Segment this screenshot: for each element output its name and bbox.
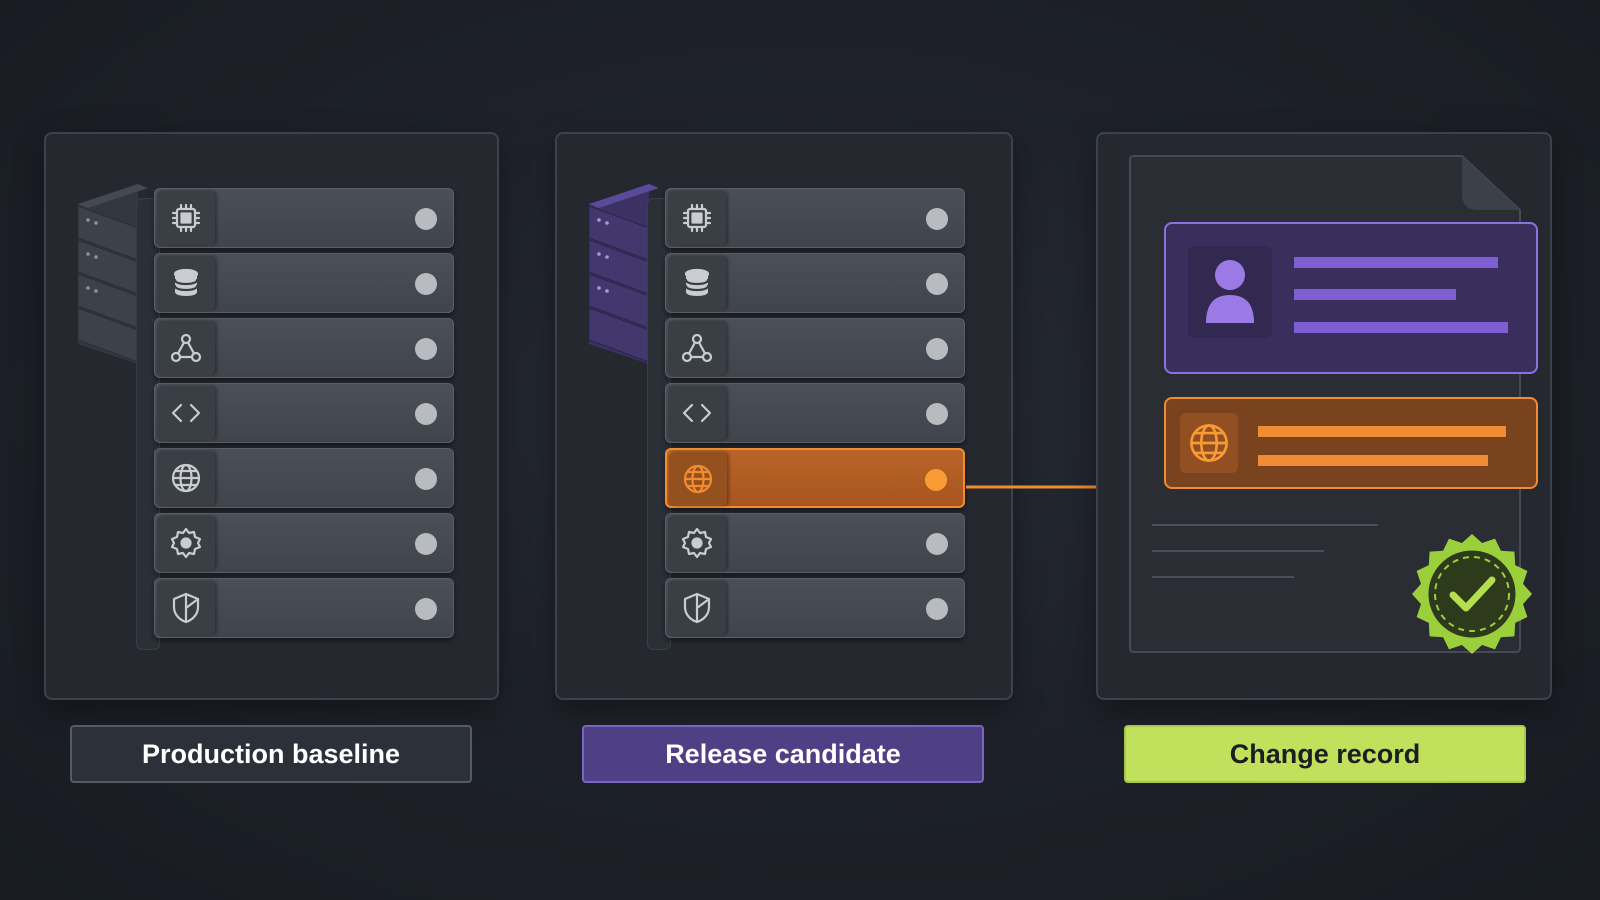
network-icon bbox=[668, 321, 726, 375]
status-led bbox=[415, 533, 437, 555]
text-line bbox=[1152, 576, 1294, 578]
status-led bbox=[926, 403, 948, 425]
status-led bbox=[415, 403, 437, 425]
globe-icon bbox=[1190, 424, 1228, 462]
status-led bbox=[925, 469, 947, 491]
candidate-server-rack bbox=[587, 184, 977, 654]
person-text-bar bbox=[1294, 257, 1498, 268]
shield-icon bbox=[157, 581, 215, 635]
rack-row-code bbox=[154, 383, 454, 443]
rack-row-cpu bbox=[154, 188, 454, 248]
code-icon bbox=[668, 386, 726, 440]
rack-row-shield bbox=[154, 578, 454, 638]
rack-row-shield bbox=[665, 578, 965, 638]
status-led bbox=[415, 208, 437, 230]
rack-row-network bbox=[665, 318, 965, 378]
status-led bbox=[415, 468, 437, 490]
cpu-icon bbox=[668, 191, 726, 245]
rack-row-network bbox=[154, 318, 454, 378]
rack-row-globe bbox=[665, 448, 965, 508]
rack-row-cpu bbox=[665, 188, 965, 248]
change-record-document bbox=[1128, 154, 1538, 654]
status-led bbox=[926, 533, 948, 555]
status-led bbox=[926, 598, 948, 620]
rack-row-gear bbox=[154, 513, 454, 573]
rack-row-database bbox=[154, 253, 454, 313]
globe-icon bbox=[669, 452, 727, 506]
network-text-bar bbox=[1258, 426, 1506, 437]
network-card bbox=[1164, 397, 1538, 489]
status-led bbox=[926, 273, 948, 295]
status-led bbox=[415, 598, 437, 620]
record-caption: Change record bbox=[1124, 725, 1526, 783]
baseline-panel bbox=[44, 132, 499, 700]
globe-icon bbox=[157, 451, 215, 505]
person-text-bar bbox=[1294, 322, 1508, 333]
status-led bbox=[415, 273, 437, 295]
gear-icon bbox=[157, 516, 215, 570]
candidate-caption: Release candidate bbox=[582, 725, 984, 783]
rack-row-gear bbox=[665, 513, 965, 573]
person-text-bar bbox=[1294, 289, 1456, 300]
rack-row-globe bbox=[154, 448, 454, 508]
network-icon bbox=[157, 321, 215, 375]
text-line bbox=[1152, 524, 1378, 526]
baseline-caption: Production baseline bbox=[70, 725, 472, 783]
person-card bbox=[1164, 222, 1538, 374]
record-panel bbox=[1096, 132, 1552, 700]
database-icon bbox=[668, 256, 726, 310]
status-led bbox=[926, 208, 948, 230]
text-line bbox=[1152, 550, 1324, 552]
baseline-server-rack bbox=[76, 184, 466, 654]
approved-seal-icon bbox=[1412, 534, 1532, 654]
rack-row-code bbox=[665, 383, 965, 443]
candidate-panel bbox=[555, 132, 1013, 700]
status-led bbox=[926, 338, 948, 360]
rack-row-database bbox=[665, 253, 965, 313]
status-led bbox=[415, 338, 437, 360]
database-icon bbox=[157, 256, 215, 310]
shield-icon bbox=[668, 581, 726, 635]
cpu-icon bbox=[157, 191, 215, 245]
gear-icon bbox=[668, 516, 726, 570]
code-icon bbox=[157, 386, 215, 440]
network-card-icon-box bbox=[1180, 413, 1238, 473]
person-icon bbox=[1206, 260, 1254, 323]
network-text-bar bbox=[1258, 455, 1488, 466]
avatar bbox=[1188, 246, 1272, 338]
